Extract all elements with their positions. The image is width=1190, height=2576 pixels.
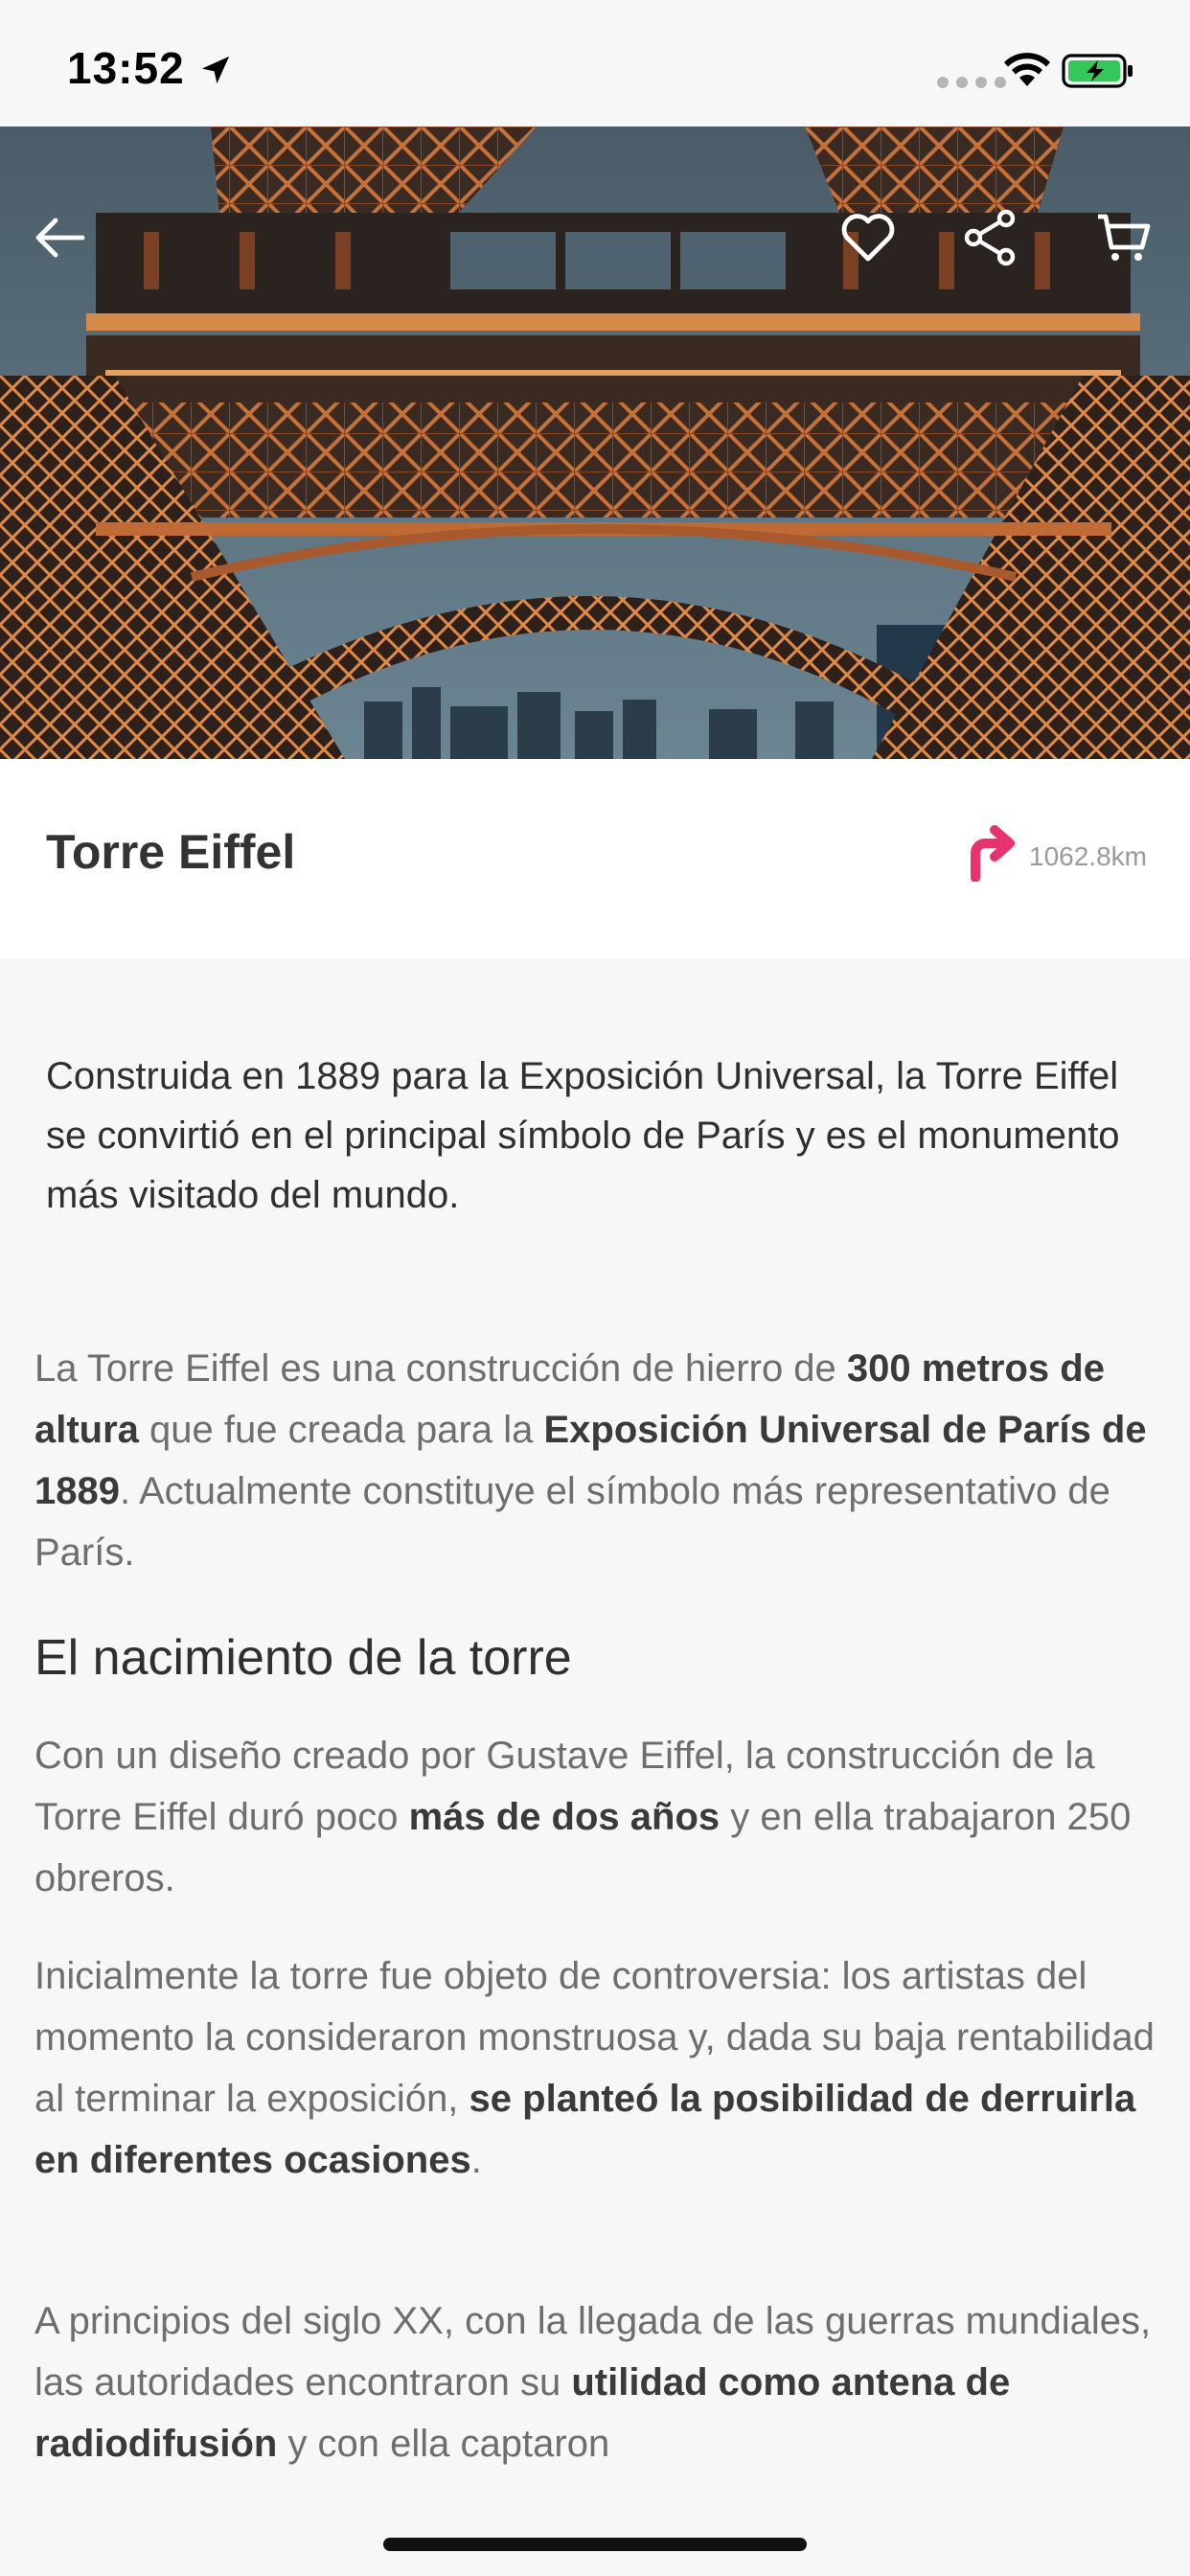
status-time: 13:52 [67, 43, 185, 93]
status-bar: 13:52 [0, 0, 1190, 126]
cart-icon [1098, 214, 1151, 261]
distance-label: 1062.8km [1029, 841, 1147, 871]
paragraph: La Torre Eiffel es una construcción de h… [34, 1347, 1147, 1574]
section-heading: El nacimiento de la torre [34, 1630, 572, 1686]
paragraph: A principios del siglo XX, con la llegad… [34, 2300, 1152, 2465]
page-title: Torre Eiffel [46, 825, 296, 879]
back-arrow-icon [35, 218, 85, 258]
hero-image [0, 126, 1190, 759]
directions-icon[interactable] [966, 822, 1016, 882]
intro-text: Construida en 1889 para la Exposición Un… [46, 1055, 1120, 1216]
back-button[interactable] [25, 203, 94, 272]
share-icon [964, 209, 1016, 266]
home-indicator[interactable] [383, 2538, 807, 2551]
paragraph: Inicialmente la torre fue objeto de cont… [34, 1955, 1155, 2181]
description-content: Construida en 1889 para la Exposición Un… [0, 958, 1190, 2511]
share-button[interactable] [956, 203, 1025, 272]
heart-icon [841, 214, 895, 262]
location-arrow-icon [201, 56, 230, 84]
favorite-button[interactable] [834, 203, 903, 272]
wifi-icon [1004, 53, 1050, 86]
place-header: Torre Eiffel 1062.8km [0, 759, 1190, 958]
battery-charging-icon [1062, 54, 1133, 88]
cart-button[interactable] [1088, 203, 1157, 272]
cellular-signal-icon [937, 77, 1006, 88]
paragraph: Con un diseño creado por Gustave Eiffel,… [34, 1735, 1132, 1899]
